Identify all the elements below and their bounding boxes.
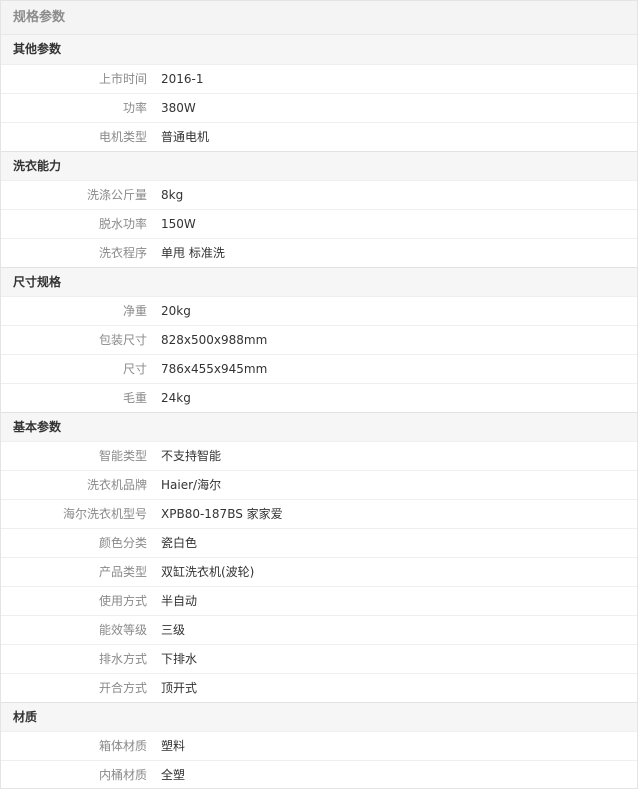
spec-row: 洗衣机品牌 Haier/海尔 <box>1 470 637 499</box>
spec-value: 786x455x945mm <box>161 362 268 376</box>
spec-row: 使用方式 半自动 <box>1 586 637 615</box>
spec-value: 普通电机 <box>161 130 210 144</box>
group-header: 尺寸规格 <box>1 267 637 296</box>
spec-key: 开合方式 <box>98 681 147 695</box>
spec-value: 2016-1 <box>161 72 204 86</box>
spec-key: 毛重 <box>122 391 147 405</box>
spec-key: 智能类型 <box>98 449 147 463</box>
spec-key: 脱水功率 <box>98 217 147 231</box>
spec-panel: 规格参数 其他参数 上市时间 2016-1 功率 380W 电机类型 普通电机 洗衣能力 洗涤公… <box>0 0 638 789</box>
spec-row: 智能类型 不支持智能 <box>1 441 637 470</box>
spec-value: 顶开式 <box>161 681 198 695</box>
spec-key: 能效等级 <box>98 623 147 637</box>
spec-value: 380W <box>161 101 196 115</box>
spec-key: 功率 <box>122 101 147 115</box>
spec-row: 颜色分类 瓷白色 <box>1 528 637 557</box>
spec-row: 电机类型 普通电机 <box>1 122 637 151</box>
spec-row: 洗衣程序 单甩 标准洗 <box>1 238 637 267</box>
spec-value: 8kg <box>161 188 184 202</box>
spec-key: 内桶材质 <box>98 768 147 782</box>
spec-row: 功率 380W <box>1 93 637 122</box>
spec-row: 洗涤公斤量 8kg <box>1 180 637 209</box>
spec-value: 不支持智能 <box>161 449 222 463</box>
spec-value: XPB80-187BS 家家爱 <box>161 507 283 521</box>
spec-row: 排水方式 下排水 <box>1 644 637 673</box>
spec-row: 箱体材质 塑料 <box>1 731 637 760</box>
spec-value: 20kg <box>161 304 191 318</box>
spec-value: 单甩 标准洗 <box>161 246 225 260</box>
spec-value: Haier/海尔 <box>161 478 222 492</box>
spec-value: 828x500x988mm <box>161 333 268 347</box>
group-header: 洗衣能力 <box>1 151 637 180</box>
spec-key: 洗衣机品牌 <box>86 478 147 492</box>
group-header: 材质 <box>1 702 637 731</box>
spec-key: 尺寸 <box>122 362 147 376</box>
spec-key: 包装尺寸 <box>98 333 147 347</box>
spec-key: 洗涤公斤量 <box>86 188 147 202</box>
spec-key: 箱体材质 <box>98 739 147 753</box>
spec-value: 瓷白色 <box>161 536 198 550</box>
spec-value: 150W <box>161 217 196 231</box>
spec-value: 24kg <box>161 391 191 405</box>
spec-row: 内桶材质 全塑 <box>1 760 637 789</box>
panel-title: 规格参数 <box>1 1 637 35</box>
spec-row: 上市时间 2016-1 <box>1 64 637 93</box>
spec-key: 使用方式 <box>98 594 147 608</box>
spec-row: 产品类型 双缸洗衣机(波轮) <box>1 557 637 586</box>
spec-value: 半自动 <box>161 594 198 608</box>
spec-row: 尺寸 786x455x945mm <box>1 354 637 383</box>
spec-row: 开合方式 顶开式 <box>1 673 637 702</box>
group-header: 基本参数 <box>1 412 637 441</box>
spec-key: 上市时间 <box>98 72 147 86</box>
spec-row: 脱水功率 150W <box>1 209 637 238</box>
spec-key: 电机类型 <box>98 130 147 144</box>
spec-value: 三级 <box>161 623 186 637</box>
spec-row: 海尔洗衣机型号 XPB80-187BS 家家爱 <box>1 499 637 528</box>
group-header: 其他参数 <box>1 35 637 64</box>
spec-row: 能效等级 三级 <box>1 615 637 644</box>
spec-key: 产品类型 <box>98 565 147 579</box>
spec-key: 洗衣程序 <box>98 246 147 260</box>
spec-value: 全塑 <box>161 768 186 782</box>
spec-value: 下排水 <box>161 652 198 666</box>
spec-row: 包装尺寸 828x500x988mm <box>1 325 637 354</box>
spec-row: 毛重 24kg <box>1 383 637 412</box>
spec-row: 净重 20kg <box>1 296 637 325</box>
spec-value: 双缸洗衣机(波轮) <box>161 565 255 579</box>
spec-key: 净重 <box>122 304 147 318</box>
spec-groups: 其他参数 上市时间 2016-1 功率 380W 电机类型 普通电机 洗衣能力 洗涤公斤量 8kg… <box>1 35 637 789</box>
spec-key: 颜色分类 <box>98 536 147 550</box>
spec-key: 海尔洗衣机型号 <box>62 507 147 521</box>
spec-value: 塑料 <box>161 739 186 753</box>
spec-key: 排水方式 <box>98 652 147 666</box>
